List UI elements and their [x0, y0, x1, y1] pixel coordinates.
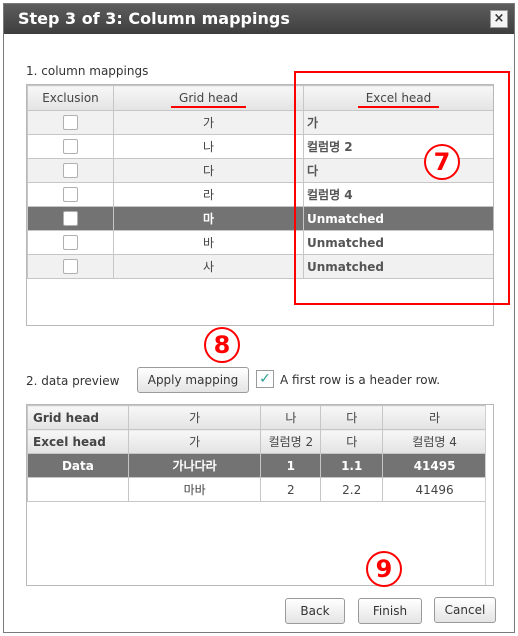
preview-cell: 1.1: [320, 453, 384, 478]
preview-cell: 1: [260, 453, 322, 478]
preview-cell: 2: [260, 477, 322, 502]
preview-cell: 나: [260, 405, 322, 430]
preview-cell: 41495: [382, 453, 487, 478]
exclusion-checkbox[interactable]: [63, 139, 78, 154]
grid-head-cell: 라: [113, 182, 304, 207]
exclusion-header: Exclusion: [27, 85, 114, 111]
grid-head-header-label: Grid head: [171, 91, 246, 108]
exclusion-checkbox[interactable]: [63, 115, 78, 130]
data-row-label: Data: [27, 453, 129, 478]
close-icon[interactable]: ×: [490, 10, 508, 28]
grid-head-cell: 바: [113, 230, 304, 255]
exclusion-checkbox[interactable]: [63, 259, 78, 274]
preview-cell: 가: [127, 429, 262, 454]
annotation-eight: 8: [204, 327, 240, 363]
column-mappings-label: 1. column mappings: [26, 64, 149, 78]
preview-cell: 가: [127, 405, 262, 430]
grid-head-row: Grid head 가 나 다 라: [27, 405, 487, 430]
finish-button[interactable]: Finish: [358, 598, 422, 624]
data-row-label: [27, 477, 129, 502]
exclusion-checkbox[interactable]: [63, 211, 78, 226]
grid-head-cell: 다: [113, 158, 304, 183]
column-mappings-dialog: Step 3 of 3: Column mappings × 1. column…: [3, 3, 515, 633]
excel-head-row: Excel head 가 컬럼명 2 다 컬럼명 4: [27, 429, 487, 454]
exclusion-checkbox[interactable]: [63, 187, 78, 202]
header-row-checkbox[interactable]: ✓: [256, 370, 274, 388]
cancel-button[interactable]: Cancel: [434, 597, 496, 623]
preview-cell: 2.2: [320, 477, 384, 502]
excel-head-highlight: [294, 71, 510, 305]
preview-scrollbar[interactable]: [485, 405, 493, 585]
apply-mapping-button[interactable]: Apply mapping: [137, 367, 249, 393]
table-row[interactable]: 마바 2 2.2 41496: [27, 477, 487, 502]
grid-head-cell: 사: [113, 254, 304, 279]
grid-head-header: Grid head: [113, 85, 304, 111]
data-preview-label: 2. data preview: [26, 374, 120, 388]
table-row-selected[interactable]: Data 가나다라 1 1.1 41495: [27, 453, 487, 478]
grid-head-cell: 나: [113, 134, 304, 159]
preview-table: Grid head 가 나 다 라 Excel head 가 컬럼명 2 다 컬…: [27, 405, 487, 502]
grid-head-cell: 가: [113, 110, 304, 135]
preview-cell: 가나다라: [127, 453, 262, 478]
exclusion-checkbox[interactable]: [63, 163, 78, 178]
preview-cell: 41496: [382, 477, 487, 502]
data-preview-grid: Grid head 가 나 다 라 Excel head 가 컬럼명 2 다 컬…: [26, 404, 494, 586]
preview-cell: 컬럼명 2: [260, 429, 322, 454]
exclusion-checkbox[interactable]: [63, 235, 78, 250]
grid-head-row-label: Grid head: [27, 405, 129, 430]
preview-cell: 다: [320, 429, 384, 454]
preview-cell: 다: [320, 405, 384, 430]
back-button[interactable]: Back: [285, 598, 345, 624]
header-row-checkbox-label: A first row is a header row.: [280, 373, 441, 387]
dialog-title: Step 3 of 3: Column mappings: [4, 4, 514, 34]
excel-head-row-label: Excel head: [27, 429, 129, 454]
grid-head-cell: 마: [113, 206, 304, 231]
preview-cell: 컬럼명 4: [382, 429, 487, 454]
annotation-nine: 9: [366, 551, 402, 587]
annotation-seven: 7: [424, 144, 460, 180]
preview-cell: 라: [382, 405, 487, 430]
preview-cell: 마바: [127, 477, 262, 502]
